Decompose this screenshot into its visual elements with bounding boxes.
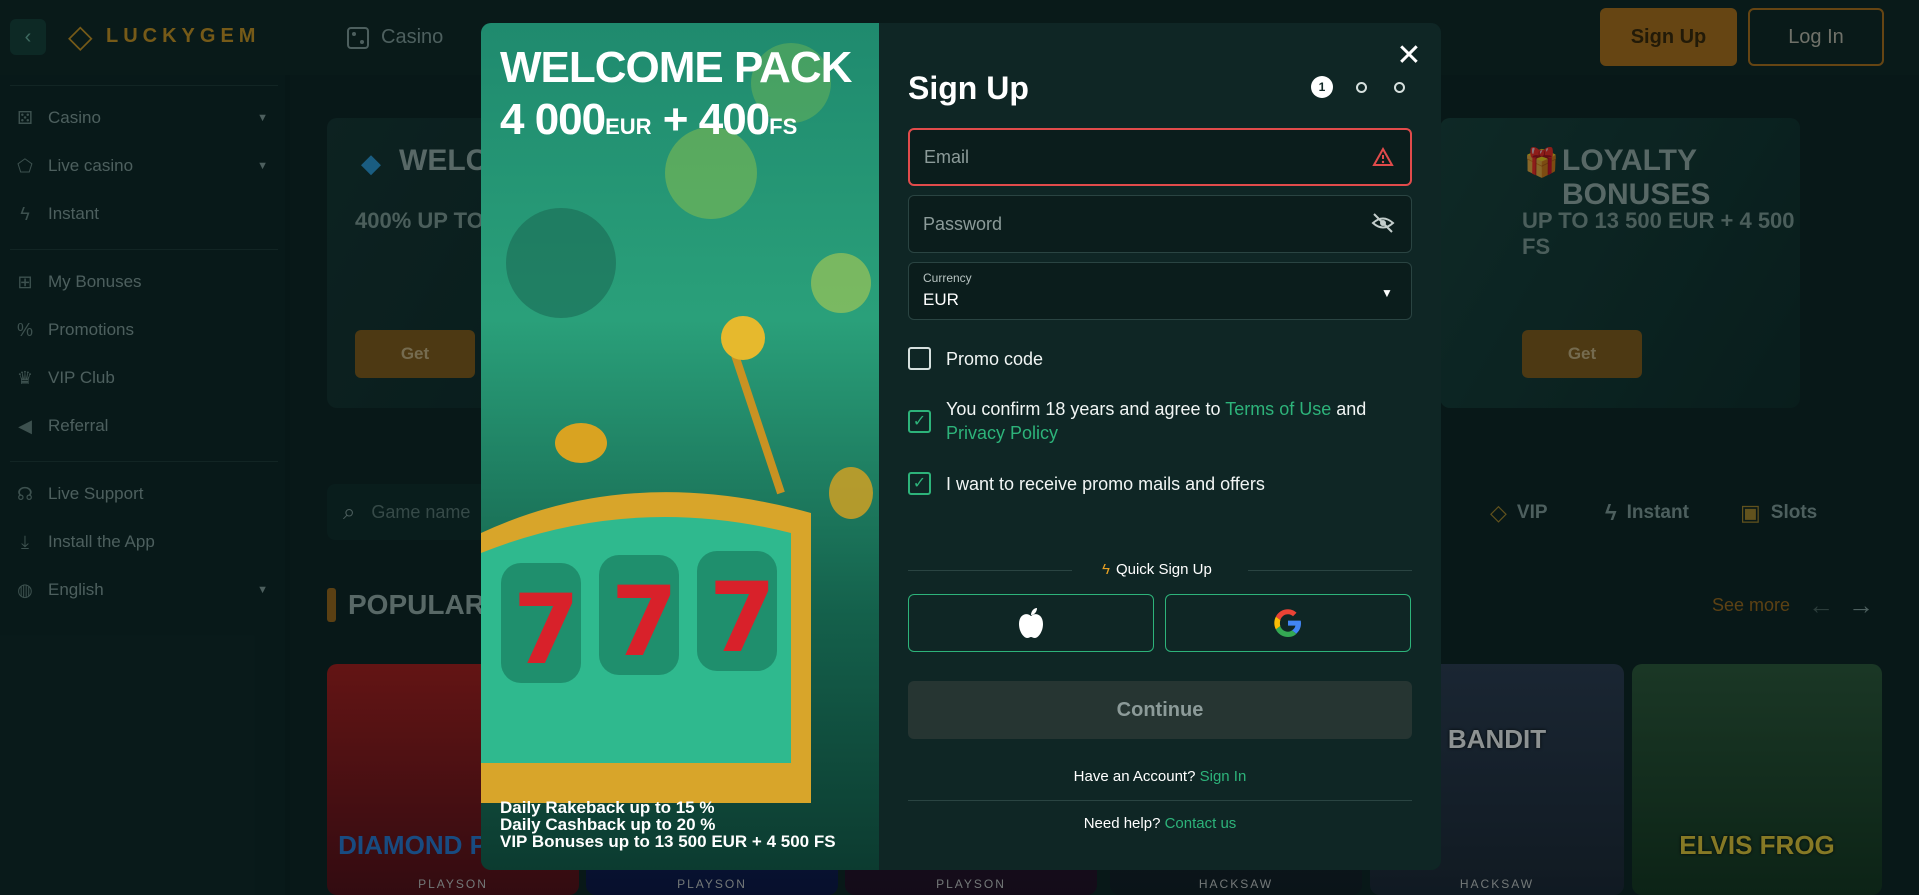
warning-icon bbox=[1372, 146, 1394, 166]
email-field[interactable]: Email bbox=[908, 128, 1412, 186]
perk-rakeback: Daily Rakeback up to 15 % bbox=[500, 798, 715, 817]
apple-icon bbox=[1019, 608, 1043, 638]
email-placeholder: Email bbox=[924, 146, 970, 167]
divider-right bbox=[1248, 570, 1412, 571]
apple-signup-button[interactable] bbox=[908, 594, 1154, 652]
check-icon: ✓ bbox=[912, 475, 927, 492]
terms-text: You confirm 18 years and agree to Terms … bbox=[946, 397, 1416, 445]
sign-in-link[interactable]: Sign In bbox=[1200, 768, 1247, 785]
divider-left bbox=[908, 570, 1072, 571]
welcome-perks: Daily Rakeback up to 15 % Daily Cashback… bbox=[500, 799, 836, 850]
welcome-pack-title: WELCOME PACK bbox=[500, 43, 852, 92]
continue-button[interactable]: Continue bbox=[908, 681, 1412, 739]
svg-text:7: 7 bbox=[709, 562, 776, 674]
terms-of-use-link[interactable]: Terms of Use bbox=[1225, 399, 1331, 419]
have-account-line: Have an Account? Sign In bbox=[908, 768, 1412, 785]
check-icon: ✓ bbox=[912, 413, 927, 430]
promo-code-checkbox[interactable] bbox=[908, 347, 931, 370]
privacy-policy-link[interactable]: Privacy Policy bbox=[946, 423, 1058, 443]
step-indicator-1: 1 bbox=[1311, 76, 1333, 98]
need-help-line: Need help? Contact us bbox=[908, 815, 1412, 832]
footer-divider bbox=[908, 800, 1412, 801]
terms-and: and bbox=[1331, 399, 1367, 419]
svg-text:7: 7 bbox=[513, 574, 580, 686]
contact-us-link[interactable]: Contact us bbox=[1165, 815, 1237, 832]
svg-text:7: 7 bbox=[611, 566, 678, 678]
amount-plus: + 400 bbox=[662, 95, 770, 144]
currency-label: Currency bbox=[923, 271, 972, 285]
amount-main: 4 000 bbox=[500, 95, 606, 144]
promo-code-label: Promo code bbox=[946, 349, 1044, 369]
step-indicator-2 bbox=[1356, 82, 1367, 93]
password-placeholder: Password bbox=[923, 213, 1003, 234]
google-icon bbox=[1274, 609, 1301, 637]
currency-value: EUR bbox=[923, 290, 959, 309]
terms-prefix: You confirm 18 years and agree to bbox=[946, 399, 1226, 419]
caret-down-icon: ▼ bbox=[1381, 286, 1393, 300]
password-field[interactable]: Password bbox=[908, 195, 1412, 253]
step-indicator-3 bbox=[1394, 82, 1405, 93]
amount-unit-fs: FS bbox=[769, 114, 798, 139]
quick-signup-label: ϟ Quick Sign Up bbox=[1102, 561, 1212, 578]
terms-checkbox[interactable]: ✓ bbox=[908, 410, 931, 433]
close-modal-button[interactable]: ✕ bbox=[1394, 41, 1424, 71]
amount-unit: EUR bbox=[605, 114, 652, 139]
welcome-pack-panel: 7 7 7 WELCOME PACK 4 000EUR + 400FS Dail… bbox=[481, 23, 879, 870]
perk-cashback: Daily Cashback up to 20 % bbox=[500, 815, 716, 834]
promo-mails-checkbox[interactable]: ✓ bbox=[908, 472, 931, 495]
have-account-text: Have an Account? bbox=[1073, 768, 1196, 785]
perk-vip: VIP Bonuses up to 13 500 EUR + 4 500 FS bbox=[500, 832, 836, 851]
quick-signup-text: Quick Sign Up bbox=[1115, 561, 1212, 578]
promo-mails-label: I want to receive promo mails and offers bbox=[946, 474, 1265, 494]
google-signup-button[interactable] bbox=[1165, 594, 1411, 652]
need-help-text: Need help? bbox=[1083, 815, 1161, 832]
welcome-pack-amount: 4 000EUR + 400FS bbox=[500, 95, 797, 152]
currency-select[interactable] bbox=[908, 262, 1412, 320]
signup-title: Sign Up bbox=[908, 70, 1029, 106]
eye-off-icon[interactable] bbox=[1371, 212, 1395, 234]
close-icon: ✕ bbox=[1396, 39, 1422, 72]
lightning-icon: ϟ bbox=[1102, 561, 1110, 578]
